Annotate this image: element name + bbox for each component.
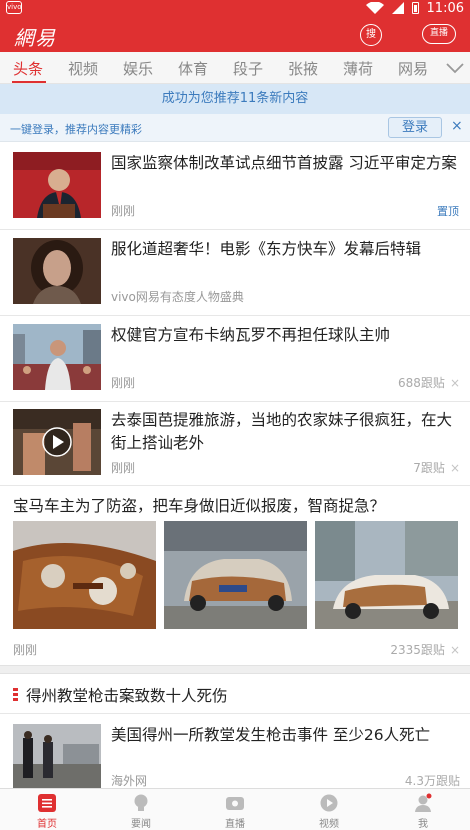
news-title: 服化道超奢华！电影《东方快车》发幕后特辑 (111, 240, 422, 258)
clock: 11:06 (426, 0, 464, 16)
tab-jokes[interactable]: 段子 (233, 58, 263, 79)
gallery-image (164, 521, 307, 629)
section-divider (0, 665, 470, 674)
lightbulb-icon (134, 794, 148, 811)
news-source: 刚刚 (111, 204, 136, 218)
nav-me-label: 我 (418, 819, 428, 830)
comment-count: 2335跟贴 × (390, 641, 460, 658)
vivo-app-icon: vivo (6, 1, 22, 14)
nav-me[interactable]: 我 (393, 793, 453, 830)
video-camera-icon (226, 797, 244, 810)
nav-home[interactable]: 首页 (17, 793, 77, 830)
signal-icon (391, 2, 404, 14)
nav-live[interactable]: 直播 (205, 793, 265, 830)
bottom-navigation: 首页 要闻 直播 视频 我 (0, 788, 470, 830)
comment-count-text: 2335跟贴 (390, 643, 445, 657)
comment-count-text: 7跟贴 (413, 461, 445, 475)
gallery-image (315, 521, 458, 629)
news-source: 刚刚 (111, 376, 136, 390)
news-item[interactable]: 权健官方宣布卡纳瓦罗不再担任球队主帅 刚刚 688跟贴 × (0, 316, 470, 402)
news-item[interactable]: 去泰国芭提雅旅游，当地的农家妹子很疯狂，在大街上搭讪老外 刚刚 7跟贴 × (0, 402, 470, 486)
news-item[interactable]: 美国得州一所教堂发生枪击事件 至少26人死亡 海外网 4.3万跟贴 (0, 714, 470, 788)
dismiss-icon[interactable]: × (450, 461, 460, 475)
nav-news-label: 要闻 (131, 819, 151, 830)
close-icon[interactable]: × (451, 118, 463, 134)
active-tab-indicator (12, 81, 46, 83)
dismiss-icon[interactable]: × (450, 376, 460, 390)
comment-count-text: 688跟贴 (398, 376, 445, 390)
news-item[interactable]: 服化道超奢华！电影《东方快车》发幕后特辑 vivo网易有态度人物盛典 (0, 230, 470, 316)
topic-marker-icon (13, 688, 18, 701)
tab-entertainment[interactable]: 娱乐 (123, 58, 153, 79)
live-button[interactable]: 直播 (422, 24, 456, 44)
topic-header[interactable]: 得州教堂枪击案致数十人死伤 (0, 674, 470, 714)
tab-video[interactable]: 视频 (68, 58, 98, 79)
news-thumbnail (13, 152, 101, 218)
comment-count: 688跟贴 × (398, 374, 460, 391)
news-title: 国家监察体制改革试点细节首披露 习近平审定方案 (111, 154, 457, 172)
news-video-thumbnail (13, 409, 101, 475)
search-button[interactable]: 搜 (360, 24, 382, 46)
login-button[interactable]: 登录 (388, 117, 442, 138)
tab-zhangye[interactable]: 张掖 (288, 58, 318, 79)
status-bar: vivo 11:06 (0, 0, 470, 16)
user-icon (415, 793, 432, 812)
wifi-icon (365, 2, 384, 14)
home-icon (38, 794, 56, 812)
play-icon (320, 794, 338, 812)
login-prompt-bar: 一键登录，推荐内容更精彩 登录 × (0, 114, 470, 142)
chevron-down-icon[interactable] (440, 58, 470, 78)
battery-icon (411, 2, 419, 14)
comment-count: 4.3万跟贴 (405, 772, 460, 789)
tab-netease[interactable]: 网易 (398, 58, 434, 79)
gallery-image (13, 521, 156, 629)
topic-title: 得州教堂枪击案致数十人死伤 (26, 687, 228, 705)
news-source: vivo网易有态度人物盛典 (111, 290, 244, 304)
nav-video-label: 视频 (319, 819, 339, 830)
nav-news[interactable]: 要闻 (111, 793, 171, 830)
comment-count-text: 4.3万跟贴 (404, 774, 460, 788)
tab-toutiao[interactable]: 头条 (13, 58, 43, 79)
netease-logo: 網易 (14, 26, 56, 50)
comment-count: 7跟贴 × (413, 459, 460, 476)
news-title: 美国得州一所教堂发生枪击事件 至少26人死亡 (111, 726, 431, 744)
gallery-source: 刚刚 (13, 643, 38, 657)
channel-tabs: 头条 视频 娱乐 体育 段子 张掖 薄荷 网易 (0, 52, 470, 84)
news-item[interactable]: 国家监察体制改革试点细节首披露 习近平审定方案 刚刚 置顶 (0, 142, 470, 230)
news-title: 去泰国芭提雅旅游，当地的农家妹子很疯狂，在大街上搭讪老外 (111, 411, 453, 452)
dismiss-icon[interactable]: × (450, 643, 460, 657)
nav-home-label: 首页 (37, 819, 57, 830)
login-hint: 一键登录，推荐内容更精彩 (10, 123, 142, 136)
nav-live-label: 直播 (225, 819, 245, 830)
nav-video[interactable]: 视频 (299, 793, 359, 830)
gallery-title: 宝马车主为了防盗，把车身做旧近似报废，智商捉急？ (13, 497, 386, 515)
news-title: 权健官方宣布卡纳瓦罗不再担任球队主帅 (111, 326, 391, 344)
news-thumbnail (13, 724, 101, 788)
tab-sports[interactable]: 体育 (178, 58, 208, 79)
news-thumbnail (13, 324, 101, 390)
refresh-banner: 成功为您推荐11条新内容 (0, 84, 470, 114)
pinned-badge: 置顶 (437, 205, 459, 218)
news-source: 刚刚 (111, 461, 136, 475)
tab-bohe[interactable]: 薄荷 (343, 58, 373, 79)
news-thumbnail (13, 238, 101, 304)
news-source: 海外网 (111, 774, 148, 788)
app-header: 網易 搜 直播 (0, 16, 470, 52)
